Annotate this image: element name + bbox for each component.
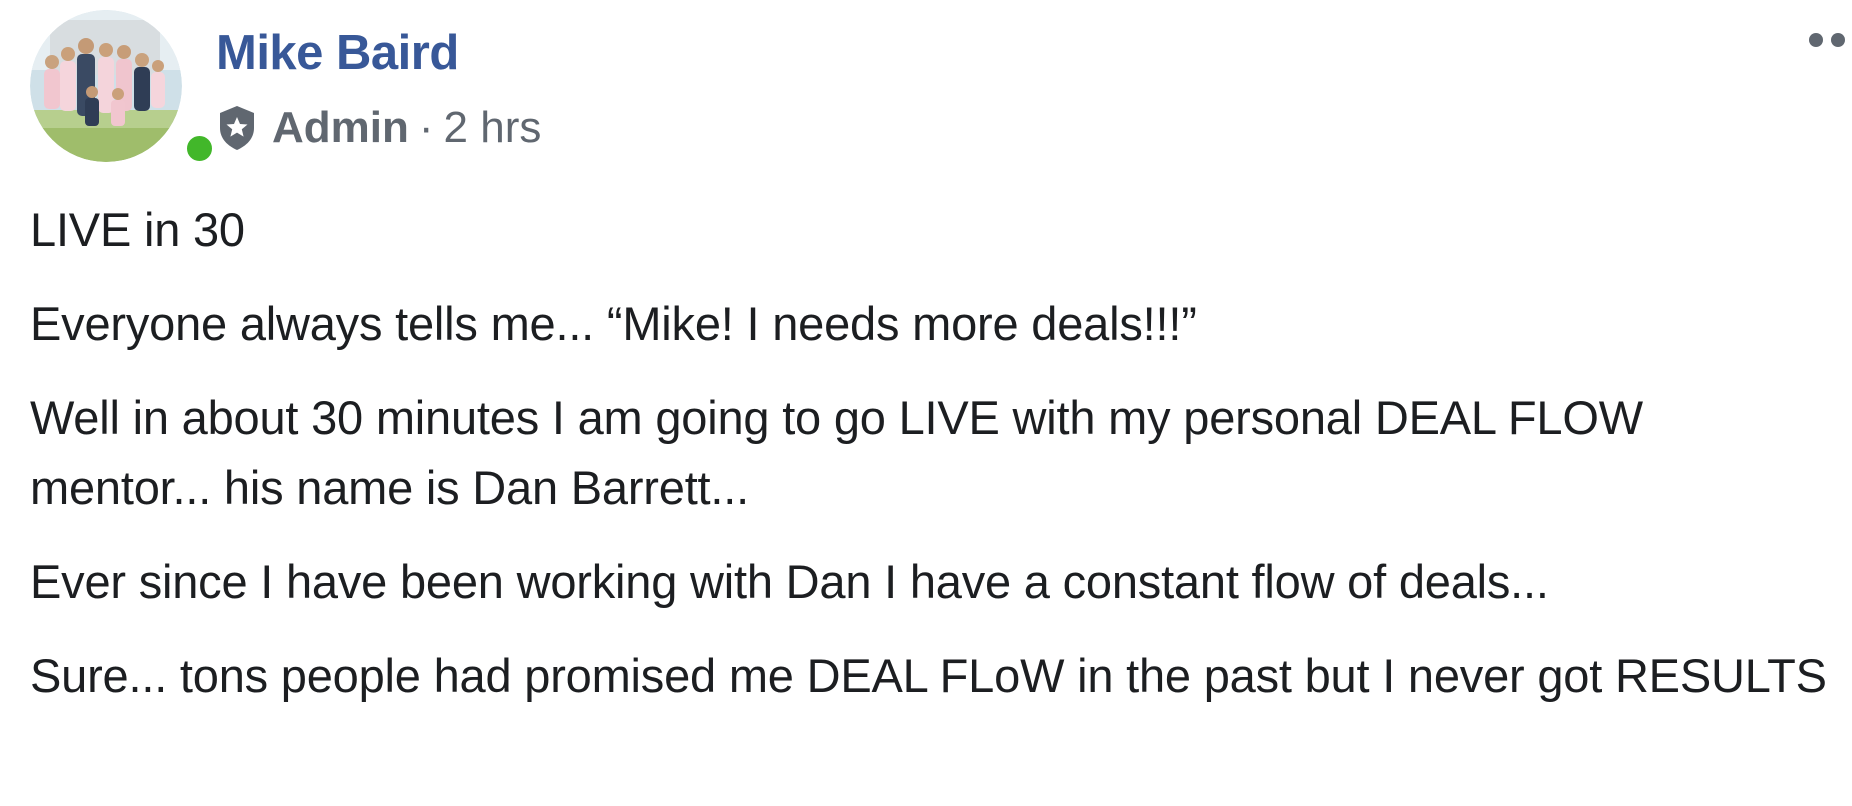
post-paragraph: Sure... tons people had promised me DEAL… (30, 649, 1827, 702)
post-paragraph: Ever since I have been working with Dan … (30, 555, 1549, 608)
post-meta: Admin · 2 hrs (216, 95, 541, 161)
author-avatar[interactable] (30, 10, 217, 166)
post-paragraph: LIVE in 30 (30, 203, 245, 256)
author-name-link[interactable]: Mike Baird (216, 18, 459, 88)
more-options-icon[interactable] (1808, 30, 1852, 50)
post-paragraph: Everyone always tells me... “Mike! I nee… (30, 297, 1197, 350)
group-post: Mike Baird Admin · 2 hrs LIVE in 30 Ever… (0, 0, 1852, 806)
post-timestamp-link[interactable]: 2 hrs (444, 103, 542, 153)
meta-separator: · (418, 103, 434, 152)
post-body: LIVE in 30 Everyone always tells me... “… (30, 195, 1830, 735)
online-status-dot (182, 131, 217, 166)
admin-badge-label: Admin (272, 103, 409, 152)
post-paragraph: Well in about 30 minutes I am going to g… (30, 391, 1643, 514)
admin-shield-star-icon (220, 106, 254, 150)
avatar-photo[interactable] (30, 10, 182, 162)
